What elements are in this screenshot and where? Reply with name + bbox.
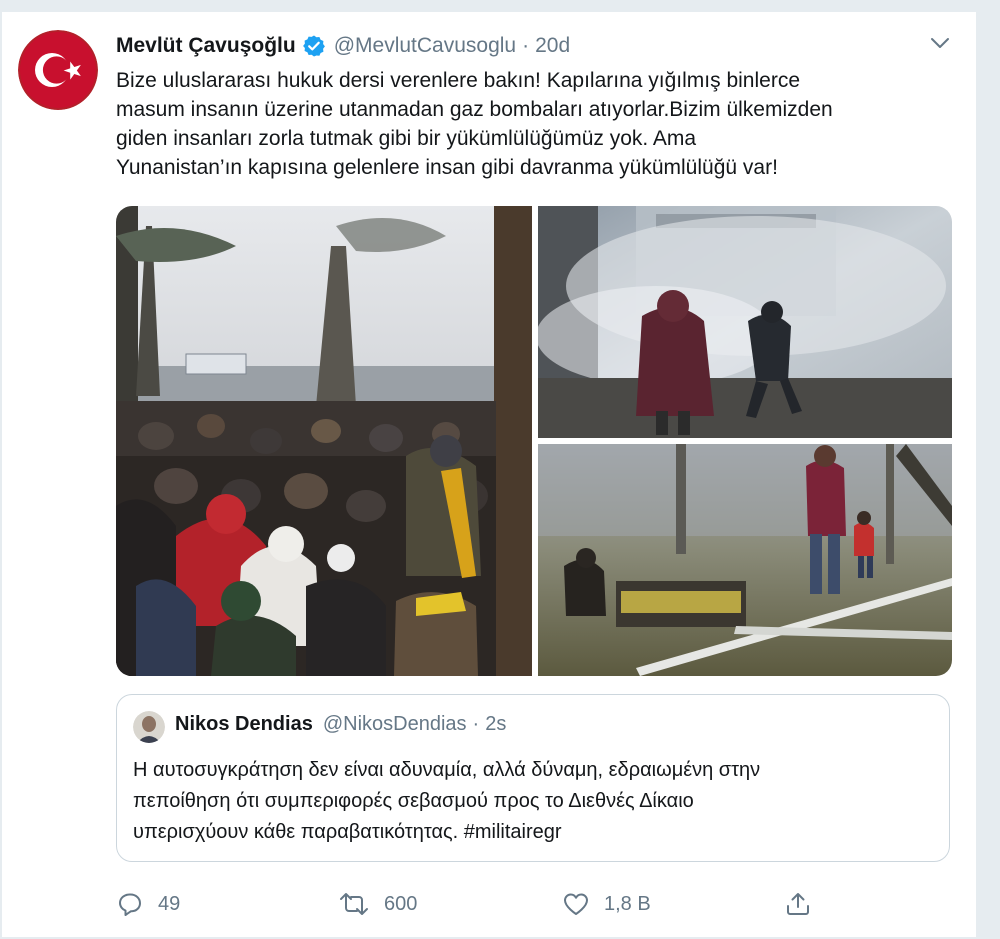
tweet-text-line: Yunanistan’ın kapısına gelenlere insan g… [116, 156, 778, 179]
share-icon [787, 893, 809, 915]
tweet-header: Mevlüt Çavuşoğlu @MevlutCavusoglu · 20d [116, 32, 570, 60]
quote-text: Η αυτοσυγκράτηση δεν είναι αδυναμία, αλλ… [133, 755, 943, 848]
author-avatar[interactable] [18, 30, 98, 110]
chevron-down-icon[interactable] [926, 32, 954, 54]
retweet-button[interactable]: 600 [338, 888, 417, 920]
author-name[interactable]: Mevlüt Çavuşoğlu [116, 34, 296, 58]
reply-count: 49 [158, 892, 181, 915]
tweet-text-line: masum insanın üzerine utanmadan gaz bomb… [116, 98, 833, 121]
tweet-timestamp[interactable]: 20d [535, 34, 570, 58]
tweet-text-line: giden insanları zorla tutmak gibi bir yü… [116, 127, 697, 150]
author-handle[interactable]: @MevlutCavusoglu [334, 34, 516, 58]
page-background: Mevlüt Çavuşoğlu @MevlutCavusoglu · 20d … [0, 0, 1000, 939]
verified-badge-icon [302, 34, 326, 58]
tweet-text: Bize uluslararası hukuk dersi verenlere … [116, 66, 966, 182]
reply-icon [119, 893, 141, 916]
like-button[interactable]: 1,8 B [562, 888, 651, 920]
quote-text-line: Η αυτοσυγκράτηση δεν είναι αδυναμία, αλλ… [133, 759, 761, 781]
quoted-tweet[interactable]: Nikos Dendias @NikosDendias · 2s Η αυτοσ… [116, 694, 950, 862]
quote-author-name[interactable]: Nikos Dendias [175, 713, 313, 736]
quote-text-line: πεποίθηση ότι συμπεριφορές σεβασμού προς… [133, 790, 694, 812]
quote-author-avatar[interactable] [133, 711, 165, 743]
photo-crowd[interactable] [116, 206, 532, 676]
quote-timestamp[interactable]: 2s [485, 713, 506, 736]
photo-field[interactable] [538, 444, 952, 676]
quote-header: Nikos Dendias @NikosDendias · 2s [175, 713, 506, 736]
header-separator: · [522, 34, 530, 57]
like-icon [564, 893, 588, 915]
action-bar: 49 600 1,8 B [116, 888, 816, 920]
share-button[interactable] [784, 888, 826, 920]
retweet-count: 600 [384, 892, 418, 915]
photo-tear-gas[interactable] [536, 206, 952, 438]
reply-button[interactable]: 49 [116, 888, 180, 920]
quote-header-separator: · [472, 713, 480, 735]
quote-text-line: υπερισχύουν κάθε παραβατικότητας. #milit… [133, 821, 562, 843]
like-count: 1,8 B [604, 892, 651, 915]
media-grid [116, 206, 952, 676]
tweet-text-line: Bize uluslararası hukuk dersi verenlere … [116, 69, 800, 92]
quote-author-handle[interactable]: @NikosDendias [323, 713, 467, 736]
retweet-icon [340, 893, 368, 915]
